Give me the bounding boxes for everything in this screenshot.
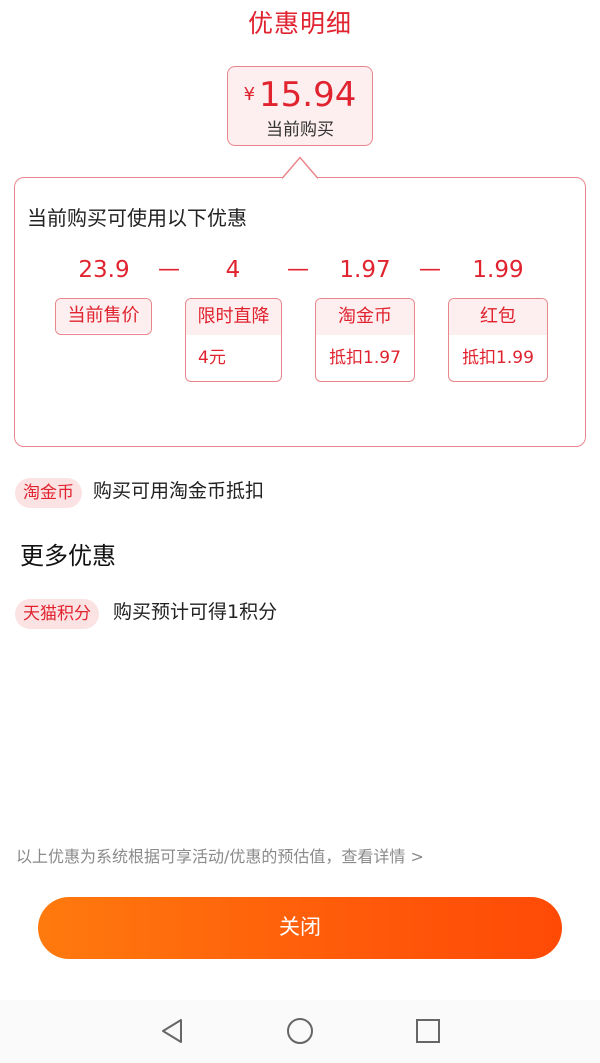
value-limited-discount: 4 [225, 257, 241, 283]
tag-title: 淘金币 [316, 299, 414, 335]
tag-limited-discount: 限时直降 4元 [185, 298, 282, 382]
system-navigation-bar [0, 1000, 600, 1063]
tag-detail: 4元 [198, 348, 226, 368]
tmall-points-badge: 天猫积分 [15, 599, 99, 629]
tag-title: 限时直降 [186, 299, 281, 335]
minus-sign: — [158, 257, 180, 282]
discount-card: 当前购买可使用以下优惠 23.9 — 4 — 1.97 — 1.99 当前售价 … [14, 177, 586, 447]
card-pointer [282, 156, 318, 180]
tag-red-packet: 红包 抵扣1.99 [448, 298, 548, 382]
discount-card-heading: 当前购买可使用以下优惠 [27, 206, 247, 230]
price-amount: 15.94 [259, 75, 357, 115]
tag-detail: 抵扣1.99 [462, 348, 534, 368]
currency-symbol: ¥ [243, 84, 256, 105]
tag-current-price: 当前售价 [55, 298, 152, 335]
footnote-view-details-link[interactable]: 以上优惠为系统根据可享活动/优惠的预估值，查看详情 > [16, 843, 424, 867]
tag-detail: 抵扣1.97 [329, 348, 401, 368]
tag-title: 当前售价 [56, 299, 151, 333]
close-button[interactable]: 关闭 [38, 897, 562, 959]
home-icon[interactable] [285, 1016, 315, 1046]
taojinbi-description: 购买可用淘金币抵扣 [93, 480, 265, 502]
minus-sign: — [287, 257, 309, 282]
tag-title: 红包 [449, 299, 547, 335]
discount-details-sheet: 优惠明细 ¥15.94 当前购买 当前购买可使用以下优惠 23.9 — 4 — … [0, 0, 600, 1063]
minus-sign: — [419, 257, 441, 282]
page-title: 优惠明细 [247, 9, 352, 38]
price-caption: 当前购买 [266, 120, 334, 140]
recents-icon[interactable] [413, 1016, 443, 1046]
current-price-box: ¥15.94 当前购买 [227, 66, 373, 146]
tmall-points-description: 购买预计可得1积分 [113, 601, 278, 623]
back-icon[interactable] [157, 1016, 187, 1046]
taojinbi-badge: 淘金币 [15, 478, 82, 508]
value-red-packet: 1.99 [472, 257, 524, 283]
tag-taojinbi: 淘金币 抵扣1.97 [315, 298, 415, 382]
value-current-price: 23.9 [78, 257, 130, 283]
value-taojinbi: 1.97 [339, 257, 391, 283]
price-line: ¥15.94 [228, 75, 372, 115]
more-discounts-heading: 更多优惠 [20, 542, 116, 570]
